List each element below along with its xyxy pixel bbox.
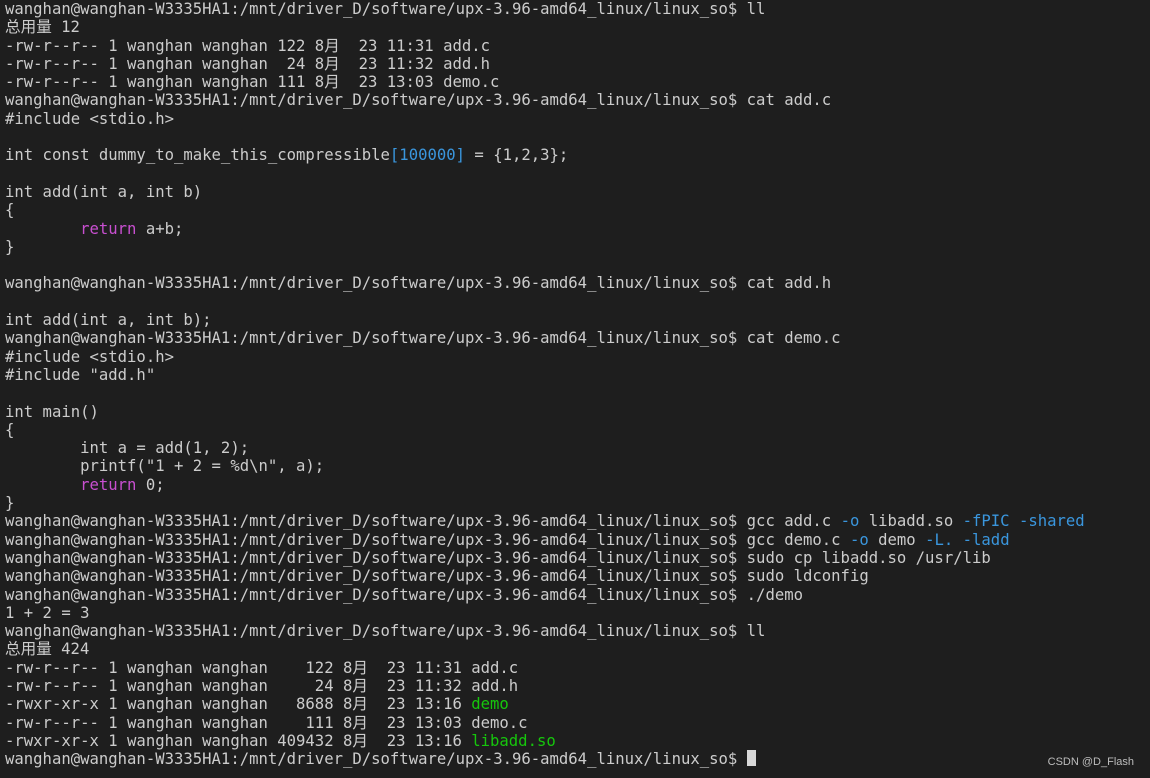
watermark: CSDN @D_Flash xyxy=(1047,756,1134,768)
terminal-line: return 0; xyxy=(5,476,1145,494)
terminal-text: -rw-r--r-- 1 wanghan wanghan 122 8月 23 1… xyxy=(5,36,491,55)
terminal-line: wanghan@wanghan-W3335HA1:/mnt/driver_D/s… xyxy=(5,586,1145,604)
terminal-text: wanghan@wanghan-W3335HA1:/mnt/driver_D/s… xyxy=(5,548,991,567)
terminal-text: int add(int a, int b); xyxy=(5,311,212,330)
terminal-text: } xyxy=(5,237,15,256)
terminal-line: wanghan@wanghan-W3335HA1:/mnt/driver_D/s… xyxy=(5,329,1145,347)
terminal-text: int main() xyxy=(5,402,99,421)
terminal-line: } xyxy=(5,494,1145,512)
terminal-text: wanghan@wanghan-W3335HA1:/mnt/driver_D/s… xyxy=(5,530,850,549)
terminal-text: -rw-r--r-- 1 wanghan wanghan 24 8月 23 11… xyxy=(5,676,519,695)
terminal-line: wanghan@wanghan-W3335HA1:/mnt/driver_D/s… xyxy=(5,274,1145,292)
terminal-line: wanghan@wanghan-W3335HA1:/mnt/driver_D/s… xyxy=(5,622,1145,640)
terminal-line: -rw-r--r-- 1 wanghan wanghan 24 8月 23 11… xyxy=(5,55,1145,73)
terminal-text: -rw-r--r-- 1 wanghan wanghan 24 8月 23 11… xyxy=(5,54,491,73)
terminal-text: demo xyxy=(868,530,926,549)
terminal-text: return xyxy=(80,475,137,494)
terminal-line: #include <stdio.h> xyxy=(5,110,1145,128)
terminal-line: 总用量 12 xyxy=(5,18,1145,36)
terminal-text: = {1,2,3}; xyxy=(465,146,569,165)
terminal-text: 总用量 424 xyxy=(5,640,90,659)
terminal-text: #include "add.h" xyxy=(5,365,156,384)
terminal-text: { xyxy=(5,201,15,220)
terminal-text: -rw-r--r-- 1 wanghan wanghan 122 8月 23 1… xyxy=(5,658,519,677)
terminal-line: -rw-r--r-- 1 wanghan wanghan 24 8月 23 11… xyxy=(5,677,1145,695)
terminal-line: int const dummy_to_make_this_compressibl… xyxy=(5,146,1145,164)
terminal-text: #include <stdio.h> xyxy=(5,109,174,128)
terminal-line: -rwxr-xr-x 1 wanghan wanghan 409432 8月 2… xyxy=(5,732,1145,750)
terminal-text: 总用量 12 xyxy=(5,18,80,37)
terminal-text: libadd.so xyxy=(471,731,556,750)
terminal-output[interactable]: wanghan@wanghan-W3335HA1:/mnt/driver_D/s… xyxy=(5,0,1145,768)
terminal-text: -L. xyxy=(925,530,954,549)
terminal-line: wanghan@wanghan-W3335HA1:/mnt/driver_D/s… xyxy=(5,91,1145,109)
terminal-line: 1 + 2 = 3 xyxy=(5,604,1145,622)
terminal-line: #include <stdio.h> xyxy=(5,348,1145,366)
terminal-text: 0; xyxy=(136,475,165,494)
terminal-text: a+b; xyxy=(136,219,184,238)
terminal-text: int a = add(1, 2); xyxy=(5,439,250,458)
terminal-line: -rw-r--r-- 1 wanghan wanghan 122 8月 23 1… xyxy=(5,37,1145,55)
terminal-line: wanghan@wanghan-W3335HA1:/mnt/driver_D/s… xyxy=(5,0,1145,18)
terminal-line: { xyxy=(5,421,1145,439)
terminal-line: -rw-r--r-- 1 wanghan wanghan 111 8月 23 1… xyxy=(5,73,1145,91)
terminal-text: -rwxr-xr-x 1 wanghan wanghan 409432 8月 2… xyxy=(5,731,472,750)
terminal-text: wanghan@wanghan-W3335HA1:/mnt/driver_D/s… xyxy=(5,512,841,531)
terminal-text: wanghan@wanghan-W3335HA1:/mnt/driver_D/s… xyxy=(5,567,869,586)
terminal-line: return a+b; xyxy=(5,220,1145,238)
terminal-text: return xyxy=(80,219,137,238)
terminal-text: -fPIC -shared xyxy=(962,512,1085,531)
terminal-line: int add(int a, int b); xyxy=(5,311,1145,329)
terminal-text: wanghan@wanghan-W3335HA1:/mnt/driver_D/s… xyxy=(5,329,841,348)
terminal-text: libadd.so xyxy=(859,512,963,531)
terminal-text: int const dummy_to_make_this_compressibl… xyxy=(5,146,390,165)
terminal-text: -o xyxy=(840,512,860,531)
terminal-text: { xyxy=(5,420,15,439)
terminal-text: wanghan@wanghan-W3335HA1:/mnt/driver_D/s… xyxy=(5,274,832,293)
terminal-line: wanghan@wanghan-W3335HA1:/mnt/driver_D/s… xyxy=(5,750,1145,768)
terminal-line: wanghan@wanghan-W3335HA1:/mnt/driver_D/s… xyxy=(5,531,1145,549)
terminal-line: #include "add.h" xyxy=(5,366,1145,384)
terminal-text: wanghan@wanghan-W3335HA1:/mnt/driver_D/s… xyxy=(5,750,747,769)
terminal-line: -rw-r--r-- 1 wanghan wanghan 122 8月 23 1… xyxy=(5,659,1145,677)
terminal-line: -rwxr-xr-x 1 wanghan wanghan 8688 8月 23 … xyxy=(5,695,1145,713)
terminal-line: wanghan@wanghan-W3335HA1:/mnt/driver_D/s… xyxy=(5,512,1145,530)
terminal-line: int a = add(1, 2); xyxy=(5,439,1145,457)
terminal-line: wanghan@wanghan-W3335HA1:/mnt/driver_D/s… xyxy=(5,567,1145,585)
terminal-text: 1 + 2 = 3 xyxy=(5,603,90,622)
terminal-line: { xyxy=(5,201,1145,219)
terminal-line: wanghan@wanghan-W3335HA1:/mnt/driver_D/s… xyxy=(5,549,1145,567)
terminal-line: 总用量 424 xyxy=(5,640,1145,658)
terminal-line: int main() xyxy=(5,403,1145,421)
terminal-line: printf("1 + 2 = %d\n", a); xyxy=(5,457,1145,475)
terminal-text: -rw-r--r-- 1 wanghan wanghan 111 8月 23 1… xyxy=(5,713,528,732)
terminal-text: } xyxy=(5,494,15,513)
terminal-text: wanghan@wanghan-W3335HA1:/mnt/driver_D/s… xyxy=(5,585,803,604)
terminal-text: -ladd xyxy=(962,530,1010,549)
terminal-line: int add(int a, int b) xyxy=(5,183,1145,201)
terminal-line: -rw-r--r-- 1 wanghan wanghan 111 8月 23 1… xyxy=(5,714,1145,732)
terminal-line: } xyxy=(5,238,1145,256)
terminal-text: -rwxr-xr-x 1 wanghan wanghan 8688 8月 23 … xyxy=(5,695,472,714)
terminal-text: -o xyxy=(849,530,869,549)
terminal-text: wanghan@wanghan-W3335HA1:/mnt/driver_D/s… xyxy=(5,91,832,110)
terminal-text: int add(int a, int b) xyxy=(5,182,203,201)
terminal-text: wanghan@wanghan-W3335HA1:/mnt/driver_D/s… xyxy=(5,622,766,641)
terminal-text: printf("1 + 2 = %d\n", a); xyxy=(5,457,325,476)
terminal-text: [100000] xyxy=(389,146,466,165)
terminal-text: #include <stdio.h> xyxy=(5,347,174,366)
terminal-cursor xyxy=(746,750,756,767)
terminal-text: wanghan@wanghan-W3335HA1:/mnt/driver_D/s… xyxy=(5,0,766,18)
terminal-text: demo xyxy=(471,695,509,714)
terminal-text: -rw-r--r-- 1 wanghan wanghan 111 8月 23 1… xyxy=(5,73,500,92)
